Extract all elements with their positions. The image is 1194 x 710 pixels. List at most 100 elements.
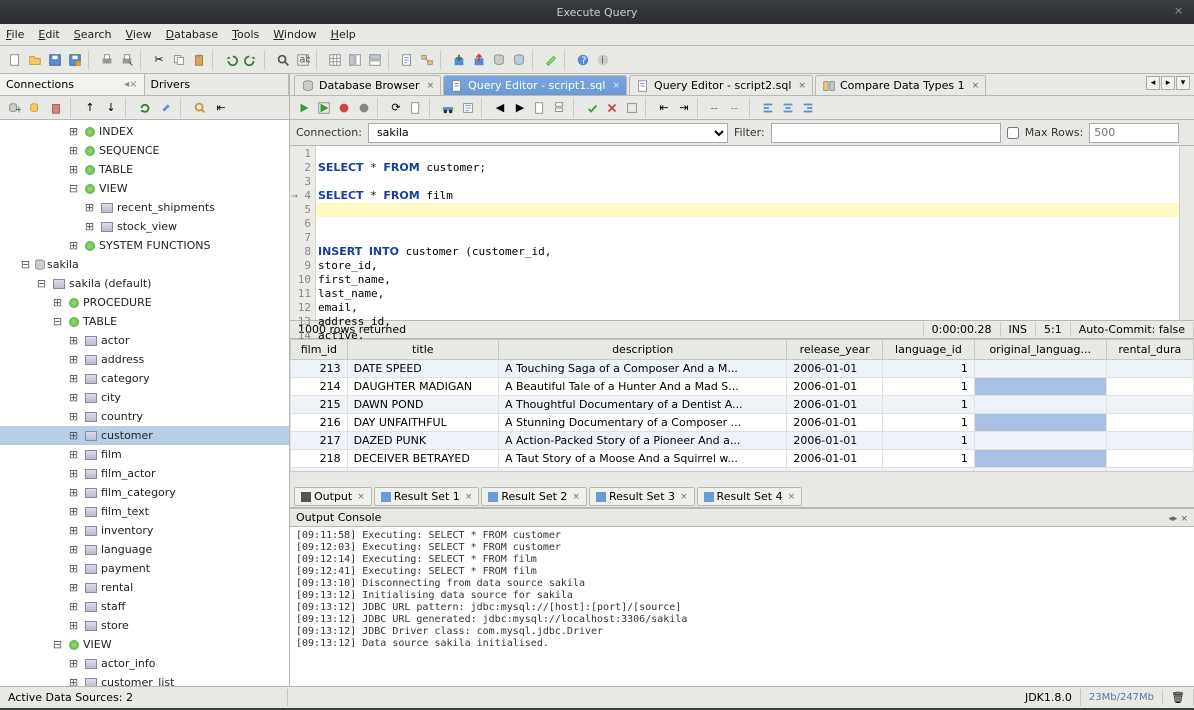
tree-item-stock-view[interactable]: ⊞stock_view [0,217,289,236]
shift-right-icon[interactable]: ⇥ [675,99,693,117]
comment-icon[interactable]: -- [707,99,725,117]
tab-next-icon[interactable]: ▸ [1161,76,1175,90]
next-qry-icon[interactable]: ▶ [511,99,529,117]
tab-prev-icon[interactable]: ◂ [1146,76,1160,90]
tab-list-icon[interactable]: ▾ [1176,76,1190,90]
connection-tree[interactable]: ⊞INDEX⊞SEQUENCE⊞TABLE⊟VIEW⊞recent_shipme… [0,120,289,686]
tree-item-address[interactable]: ⊞address [0,350,289,369]
tree-item-city[interactable]: ⊞city [0,388,289,407]
tree-item-view[interactable]: ⊟VIEW [0,179,289,198]
tree-item-country[interactable]: ⊞country [0,407,289,426]
close-icon[interactable]: × [1174,4,1188,18]
paste-icon[interactable] [190,51,208,69]
format3-icon[interactable] [799,99,817,117]
console-min-icon[interactable]: ◂▸ [1168,514,1177,524]
find-icon[interactable] [274,51,292,69]
tree-item-sakila-default-[interactable]: ⊟sakila (default) [0,274,289,293]
result-grid[interactable]: film_idtitledescriptionrelease_yearlangu… [290,339,1194,471]
table-row[interactable]: 215DAWN PONDA Thoughtful Documentary of … [291,396,1194,414]
close-tab-icon[interactable]: × [972,81,980,91]
saveas-icon[interactable] [66,51,84,69]
console-close-icon[interactable]: × [1180,514,1188,524]
menu-help[interactable]: Help [331,28,356,41]
close-tab-icon[interactable]: × [798,81,806,91]
save-icon[interactable] [46,51,64,69]
side-tab-connections[interactable]: Connections◂× [0,74,145,95]
import-icon[interactable] [450,51,468,69]
maxrows-check[interactable] [1007,123,1019,143]
run-icon[interactable] [295,99,313,117]
copy-icon[interactable] [170,51,188,69]
tree-item-actor-info[interactable]: ⊞actor_info [0,654,289,673]
close-tab-icon[interactable]: × [427,81,435,91]
redo-icon[interactable] [242,51,260,69]
tree-item-language[interactable]: ⊞language [0,540,289,559]
tree-item-sakila[interactable]: ⊟sakila [0,255,289,274]
tree-item-staff[interactable]: ⊞staff [0,597,289,616]
new-icon[interactable] [6,51,24,69]
editor-tab[interactable]: Query Editor - script2.sql× [629,75,813,95]
table-row[interactable]: 219DEEP CRUSADEA Amazing Tale of a Croco… [291,468,1194,472]
tree-item-procedure[interactable]: ⊞PROCEDURE [0,293,289,312]
connection-select[interactable]: sakila [368,123,728,143]
tree-item-payment[interactable]: ⊞payment [0,559,289,578]
car-icon[interactable] [439,99,457,117]
format-icon[interactable] [759,99,777,117]
result-tab[interactable]: Result Set 2× [481,487,587,506]
sql-text[interactable]: SELECT * FROM customer;SELECT * FROM fil… [316,146,1179,320]
table-row[interactable]: 217DAZED PUNKA Action-Packed Story of a … [291,432,1194,450]
dbexport-icon[interactable] [490,51,508,69]
print2-icon[interactable] [118,51,136,69]
connect-icon[interactable] [157,99,175,117]
table-row[interactable]: 218DECEIVER BETRAYEDA Taut Story of a Mo… [291,450,1194,468]
tree-item-table[interactable]: ⊞TABLE [0,160,289,179]
table-row[interactable]: 213DATE SPEEDA Touching Saga of a Compos… [291,360,1194,378]
refresh-icon[interactable] [136,99,154,117]
replace-icon[interactable]: ab [294,51,312,69]
menu-search[interactable]: Search [74,28,112,41]
tree-item-sequence[interactable]: ⊞SEQUENCE [0,141,289,160]
side-tab-drivers[interactable]: Drivers [145,74,290,95]
editor-tab[interactable]: Query Editor - script1.sql× [443,75,627,95]
tree-item-table[interactable]: ⊟TABLE [0,312,289,331]
hist2-icon[interactable] [551,99,569,117]
result-tab[interactable]: Result Set 4× [697,487,803,506]
export-icon[interactable] [470,51,488,69]
up-icon[interactable]: ↑ [81,99,99,117]
col-header[interactable]: release_year [787,340,883,360]
filter-input[interactable] [771,123,1001,143]
col-header[interactable]: language_id [883,340,975,360]
menu-tools[interactable]: Tools [232,28,259,41]
view3-icon[interactable] [366,51,384,69]
view2-icon[interactable] [346,51,364,69]
conn-edit-icon[interactable] [26,99,44,117]
grid-icon[interactable] [326,51,344,69]
collapse-icon[interactable]: ⇤ [212,99,230,117]
format2-icon[interactable] [779,99,797,117]
sql-editor[interactable]: 123→ 4567891011121314 SELECT * FROM cust… [290,146,1194,321]
down-icon[interactable]: ↓ [102,99,120,117]
conn-del-icon[interactable] [47,99,65,117]
col-header[interactable]: film_id [291,340,348,360]
run-selection-icon[interactable] [315,99,333,117]
about-icon[interactable]: i [594,51,612,69]
erd-icon[interactable] [418,51,436,69]
dbimport-icon[interactable] [510,51,528,69]
shift-left-icon[interactable]: ⇤ [655,99,673,117]
console-body[interactable]: [09:11:58] Executing: SELECT * FROM cust… [290,527,1194,686]
uncomment-icon[interactable]: -- [727,99,745,117]
table-row[interactable]: 216DAY UNFAITHFULA Stunning Documentary … [291,414,1194,432]
search-tree-icon[interactable] [191,99,209,117]
menu-window[interactable]: Window [273,28,316,41]
tree-item-category[interactable]: ⊞category [0,369,289,388]
tree-item-customer-list[interactable]: ⊞customer_list [0,673,289,686]
tree-item-inventory[interactable]: ⊞inventory [0,521,289,540]
hist-icon[interactable] [531,99,549,117]
result-tab[interactable]: Result Set 1× [374,487,480,506]
prefs-icon[interactable] [542,51,560,69]
col-header[interactable]: rental_dura [1106,340,1193,360]
prev-qry-icon[interactable]: ◀ [491,99,509,117]
tree-item-store[interactable]: ⊞store [0,616,289,635]
result-tab-output[interactable]: Output× [294,487,372,506]
undo-icon[interactable] [222,51,240,69]
